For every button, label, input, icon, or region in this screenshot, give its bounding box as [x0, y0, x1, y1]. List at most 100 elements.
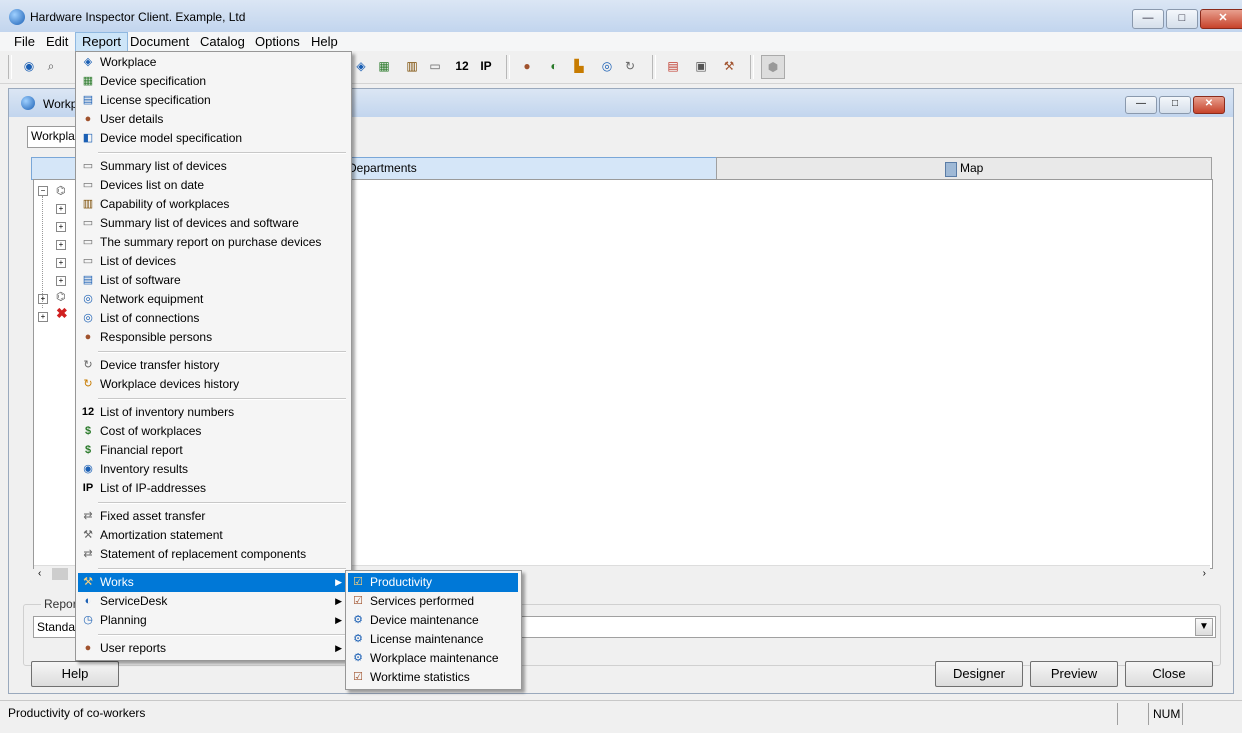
device-icon[interactable]: ▦ [375, 57, 393, 75]
history-icon: ↻ [83, 359, 93, 371]
scroll-thumb[interactable] [52, 568, 68, 580]
menu-item-device-maintenance[interactable]: ⚙ Device maintenance [348, 611, 518, 630]
menu-item-workplace-devices-history[interactable]: ↻ Workplace devices history [78, 375, 348, 394]
child-close-button[interactable]: ✕ [1193, 96, 1225, 114]
preview-button[interactable]: Preview [1030, 661, 1118, 687]
toolbar-separator [8, 55, 12, 79]
menu-item-fixed-asset-transfer[interactable]: ⇄ Fixed asset transfer [78, 507, 348, 526]
menu-item-capability-of-workplaces[interactable]: ▥ Capability of workplaces [78, 195, 348, 214]
menu-item-summary-purchase-devices[interactable]: ▭ The summary report on purchase devices [78, 233, 348, 252]
toolbar-separator [506, 55, 510, 79]
minimize-button[interactable]: — [1132, 9, 1164, 29]
tree-expander[interactable]: + [38, 312, 48, 322]
history-icon[interactable]: ↻ [621, 57, 639, 75]
printer-icon[interactable]: ▭ [426, 57, 444, 75]
menu-separator [98, 398, 346, 400]
status-panel [1182, 703, 1237, 725]
users-icon[interactable]: ◐ [545, 57, 563, 75]
components-icon: ⇄ [83, 548, 93, 560]
refresh-icon[interactable]: ◉ [20, 57, 38, 75]
menu-item-planning[interactable]: ◷ Planning ▶ [78, 611, 348, 630]
menu-item-summary-list-of-devices[interactable]: ▭ Summary list of devices [78, 157, 348, 176]
menu-item-servicedesk[interactable]: ◐ ServiceDesk ▶ [78, 592, 348, 611]
child-minimize-button[interactable]: — [1125, 96, 1157, 114]
chevron-down-icon[interactable]: ▼ [1195, 618, 1213, 636]
document-icon[interactable]: ▤ [664, 57, 682, 75]
menu-item-network-equipment[interactable]: ◎ Network equipment [78, 290, 348, 309]
menu-help[interactable]: Help [305, 32, 344, 51]
stop-icon[interactable]: ⬢ [761, 55, 785, 79]
inventory-icon: ◉ [83, 463, 93, 475]
tree-expander[interactable]: + [56, 240, 66, 250]
find-icon[interactable]: ⌕ [42, 57, 60, 75]
hammer-icon: ⚒ [83, 529, 93, 541]
connections-icon[interactable]: ◎ [598, 57, 616, 75]
tree-expander[interactable]: + [56, 204, 66, 214]
maintenance-icon: ⚙ [353, 614, 363, 626]
menu-item-productivity[interactable]: ☑ Productivity [348, 573, 518, 592]
menu-item-inventory-results[interactable]: ◉ Inventory results [78, 460, 348, 479]
submenu-arrow-icon: ▶ [335, 615, 342, 625]
tools-icon[interactable]: ⚒ [720, 57, 738, 75]
menu-item-works[interactable]: ⚒ Works ▶ [78, 573, 348, 592]
menu-file[interactable]: File [8, 32, 41, 51]
menu-item-services-performed[interactable]: ☑ Services performed [348, 592, 518, 611]
maintenance-icon: ⚙ [353, 652, 363, 664]
menu-document[interactable]: Document [124, 32, 195, 51]
menu-options[interactable]: Options [249, 32, 306, 51]
menu-item-summary-devices-software[interactable]: ▭ Summary list of devices and software [78, 214, 348, 233]
child-restore-button[interactable]: □ [1159, 96, 1191, 114]
scroll-right-icon[interactable]: › [1203, 568, 1206, 579]
menu-item-statement-of-replacement-components[interactable]: ⇄ Statement of replacement components [78, 545, 348, 564]
ip-address-icon[interactable]: IP [477, 57, 495, 75]
menu-item-list-of-connections[interactable]: ◎ List of connections [78, 309, 348, 328]
user-icon[interactable]: ● [518, 57, 536, 75]
menu-item-device-specification[interactable]: ▦ Device specification [78, 72, 348, 91]
menu-item-cost-of-workplaces[interactable]: $ Cost of workplaces [78, 422, 348, 441]
user-icon: ● [84, 331, 92, 343]
close-window-button[interactable]: ✕ [1200, 9, 1242, 29]
help-button[interactable]: Help [31, 661, 119, 687]
chart-icon[interactable]: ▙ [570, 57, 588, 75]
menu-item-responsible-persons[interactable]: ● Responsible persons [78, 328, 348, 347]
menu-item-list-of-ip-addresses[interactable]: IP List of IP-addresses [78, 479, 348, 498]
tab-map[interactable]: Map [716, 157, 1212, 180]
menu-item-license-maintenance[interactable]: ⚙ License maintenance [348, 630, 518, 649]
menu-catalog[interactable]: Catalog [194, 32, 251, 51]
report-window-title: Workp [43, 97, 78, 111]
tree-expander[interactable]: + [56, 222, 66, 232]
menu-separator [98, 351, 346, 353]
menu-item-devices-list-on-date[interactable]: ▭ Devices list on date [78, 176, 348, 195]
dollar-icon: $ [84, 425, 92, 437]
menu-item-workplace[interactable]: ◈ Workplace [78, 53, 348, 72]
tree-expander[interactable]: − [38, 186, 48, 196]
menu-item-user-reports[interactable]: ● User reports ▶ [78, 639, 348, 658]
tree-expander[interactable]: + [56, 276, 66, 286]
menu-item-amortization-statement[interactable]: ⚒ Amortization statement [78, 526, 348, 545]
menu-item-financial-report[interactable]: $ Financial report [78, 441, 348, 460]
capability-icon[interactable]: ▥ [403, 57, 421, 75]
menu-item-list-of-software[interactable]: ▤ List of software [78, 271, 348, 290]
menu-edit[interactable]: Edit [40, 32, 74, 51]
tree-expander[interactable]: + [56, 258, 66, 268]
menu-item-device-model-specification[interactable]: ◧ Device model specification [78, 129, 348, 148]
toolbar-separator [652, 55, 656, 79]
menu-item-list-of-inventory-numbers[interactable]: 12 List of inventory numbers [78, 403, 348, 422]
maximize-button[interactable]: □ [1166, 9, 1198, 29]
scroll-left-icon[interactable]: ‹ [38, 568, 41, 579]
menu-item-list-of-devices[interactable]: ▭ List of devices [78, 252, 348, 271]
menu-item-device-transfer-history[interactable]: ↻ Device transfer history [78, 356, 348, 375]
network-icon[interactable]: ◈ [352, 57, 370, 75]
user-icon: ● [84, 113, 92, 125]
menu-item-worktime-statistics[interactable]: ☑ Worktime statistics [348, 668, 518, 687]
close-button[interactable]: Close [1125, 661, 1213, 687]
tree-expander[interactable]: + [38, 294, 48, 304]
menu-item-workplace-maintenance[interactable]: ⚙ Workplace maintenance [348, 649, 518, 668]
workplace-icon: ◈ [83, 56, 93, 68]
preview-icon[interactable]: ▣ [692, 57, 710, 75]
inventory-numbers-icon[interactable]: 12 [453, 57, 471, 75]
menu-report[interactable]: Report [75, 32, 129, 53]
menu-item-user-details[interactable]: ● User details [78, 110, 348, 129]
menu-item-license-specification[interactable]: ▤ License specification [78, 91, 348, 110]
designer-button[interactable]: Designer [935, 661, 1023, 687]
